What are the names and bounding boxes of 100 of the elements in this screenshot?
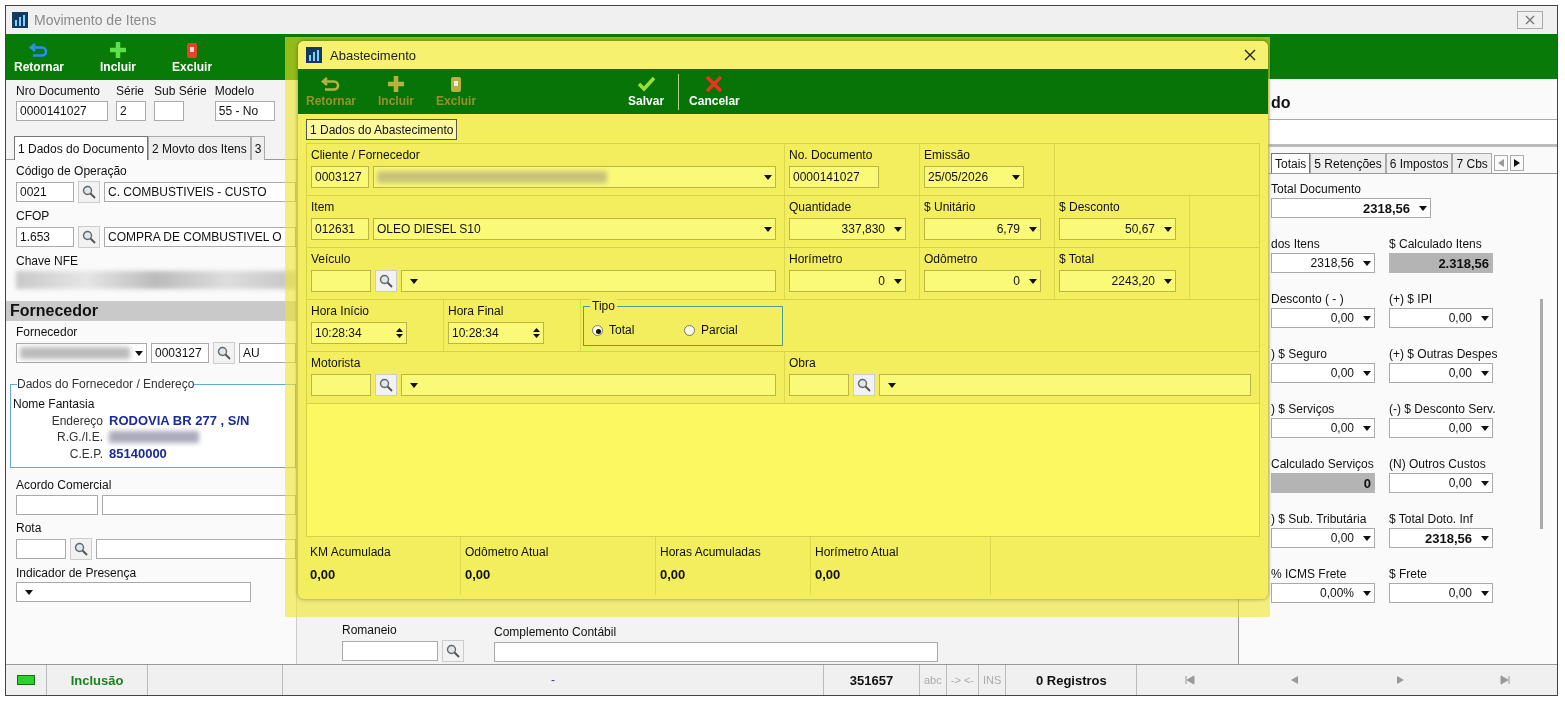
tab[interactable]: 6 Impostos bbox=[1385, 153, 1453, 173]
caret-icon bbox=[1012, 174, 1020, 180]
tab[interactable]: 5 Retenções bbox=[1310, 153, 1386, 173]
number-dropdown[interactable]: 0,00% bbox=[1271, 583, 1375, 603]
tab[interactable]: 7 Cbs bbox=[1452, 153, 1492, 173]
search-button[interactable] bbox=[70, 538, 92, 560]
last-record-icon bbox=[1499, 675, 1510, 685]
caret-icon bbox=[1164, 278, 1172, 284]
input-field[interactable] bbox=[342, 641, 438, 661]
dropdown[interactable] bbox=[16, 582, 251, 602]
number-dropdown[interactable]: 0,00 bbox=[1271, 418, 1375, 438]
field-label: Romaneio bbox=[342, 623, 398, 637]
tab[interactable]: 1 Dados do Documento bbox=[14, 136, 149, 160]
toolbar-button[interactable]: Retornar bbox=[14, 40, 64, 74]
search-button[interactable] bbox=[375, 270, 397, 292]
toolbar-button[interactable]: Incluir bbox=[100, 40, 137, 74]
tab[interactable]: 2 Movto dos Itens bbox=[148, 136, 251, 160]
input-field[interactable]: 55 - No bbox=[214, 101, 275, 121]
date-picker[interactable]: 25/05/2026 bbox=[924, 166, 1024, 188]
plus-icon bbox=[386, 75, 406, 93]
code-field[interactable]: 1.653 bbox=[16, 227, 74, 247]
field-label: Sub Série bbox=[154, 84, 207, 98]
dropdown[interactable] bbox=[16, 343, 147, 363]
toolbar-button[interactable]: Cancelar bbox=[689, 75, 740, 108]
tab[interactable]: 1 Dados do Abastecimento bbox=[306, 119, 458, 140]
left-triangle-icon bbox=[1497, 159, 1504, 167]
input-field[interactable]: 0000141027 bbox=[16, 101, 108, 121]
input-field[interactable] bbox=[494, 642, 938, 662]
code-field[interactable]: 012631 bbox=[311, 218, 369, 240]
time-spinner[interactable]: 10:28:34 bbox=[448, 322, 544, 344]
input-field[interactable] bbox=[16, 539, 66, 559]
input-field[interactable] bbox=[789, 374, 849, 396]
number-dropdown[interactable]: 0,00 bbox=[1271, 308, 1375, 328]
input-field[interactable]: 0000141027 bbox=[789, 166, 879, 188]
time-spinner[interactable]: 10:28:34 bbox=[311, 322, 407, 344]
field-label: $ Desconto bbox=[1059, 200, 1121, 214]
number-dropdown[interactable]: 2318,56 bbox=[1271, 198, 1431, 218]
field-label: Nome Fantasia bbox=[13, 397, 96, 411]
number-dropdown[interactable]: 0,00 bbox=[1271, 363, 1375, 383]
field-label: Obra bbox=[789, 356, 817, 370]
radio-button[interactable]: Total bbox=[592, 323, 682, 337]
field-label: Fornecedor bbox=[16, 325, 79, 339]
field-label: Complemento Contábil bbox=[494, 625, 618, 639]
code-field[interactable]: 0003127 bbox=[151, 343, 209, 363]
input-field[interactable] bbox=[311, 374, 371, 396]
number-dropdown[interactable]: 0,00 bbox=[1389, 473, 1493, 493]
number-dropdown[interactable]: 50,67 bbox=[1059, 218, 1176, 240]
radio-dot[interactable] bbox=[592, 324, 603, 336]
field-label: Chave NFE bbox=[16, 254, 80, 268]
number-dropdown[interactable]: 0,00 bbox=[1271, 528, 1375, 548]
caret-icon bbox=[894, 226, 902, 232]
search-button[interactable] bbox=[213, 342, 235, 364]
panel-heading: do bbox=[1271, 93, 1291, 113]
radio-dot[interactable] bbox=[684, 324, 695, 336]
number-dropdown[interactable]: 0,00 bbox=[1389, 583, 1493, 603]
number-dropdown[interactable]: 0,00 bbox=[1389, 363, 1493, 383]
description-field[interactable]: C. COMBUSTIVEIS - CUSTO bbox=[104, 182, 296, 202]
tab[interactable]: Totais bbox=[1271, 153, 1311, 173]
input-field[interactable] bbox=[154, 101, 184, 121]
input-field[interactable] bbox=[311, 270, 371, 292]
left-triangle-icon bbox=[1289, 675, 1300, 685]
code-field[interactable]: 0003127 bbox=[311, 166, 369, 188]
number-dropdown[interactable]: 2318,56 bbox=[1389, 528, 1493, 548]
search-button[interactable] bbox=[375, 374, 397, 396]
field-value: 85140000 bbox=[109, 446, 167, 461]
number-dropdown[interactable]: 0,00 bbox=[1389, 418, 1493, 438]
input-field[interactable]: AU bbox=[239, 343, 296, 363]
toolbar-button[interactable]: Salvar bbox=[628, 75, 665, 108]
input-field[interactable] bbox=[16, 495, 98, 515]
field-label: $ Frete bbox=[1389, 567, 1428, 581]
number-dropdown[interactable]: 2318,56 bbox=[1271, 253, 1375, 273]
code-field[interactable]: 0021 bbox=[16, 182, 74, 202]
input-field[interactable] bbox=[96, 539, 296, 559]
input-field[interactable] bbox=[102, 495, 296, 515]
toolbar-button[interactable]: Excluir bbox=[172, 40, 213, 74]
search-button[interactable] bbox=[442, 640, 464, 662]
search-button[interactable] bbox=[78, 226, 100, 248]
search-button[interactable] bbox=[853, 374, 875, 396]
caret-icon bbox=[1481, 425, 1489, 431]
number-dropdown[interactable]: 0 bbox=[789, 270, 906, 292]
radio-button[interactable]: Parcial bbox=[684, 323, 774, 337]
search-button[interactable] bbox=[78, 181, 100, 203]
field-label: Total Documento bbox=[1271, 182, 1363, 196]
mode-status: Inclusão bbox=[70, 672, 124, 688]
field-label: (N) Outros Custos bbox=[1389, 457, 1487, 471]
number-dropdown[interactable]: 337,830 bbox=[789, 218, 906, 240]
number-dropdown[interactable]: 0 bbox=[924, 270, 1041, 292]
summary-value: 0,00 bbox=[310, 567, 337, 582]
field-label: (+) $ IPI bbox=[1389, 292, 1433, 306]
field-label: C.E.P. bbox=[68, 446, 103, 461]
key-indicator: -> <- bbox=[950, 674, 974, 686]
scroll-right-button[interactable] bbox=[1509, 155, 1524, 171]
input-field[interactable]: 2 bbox=[116, 101, 146, 121]
caret-icon bbox=[1029, 278, 1037, 284]
dropdown[interactable]: OLEO DIESEL S10 bbox=[373, 218, 776, 240]
number-dropdown[interactable]: 0,00 bbox=[1389, 308, 1493, 328]
dropdown[interactable] bbox=[373, 166, 776, 188]
number-dropdown[interactable]: 2243,20 bbox=[1059, 270, 1176, 292]
number-dropdown[interactable]: 6,79 bbox=[924, 218, 1041, 240]
description-field[interactable]: COMPRA DE COMBUSTIVEL O bbox=[104, 227, 296, 247]
